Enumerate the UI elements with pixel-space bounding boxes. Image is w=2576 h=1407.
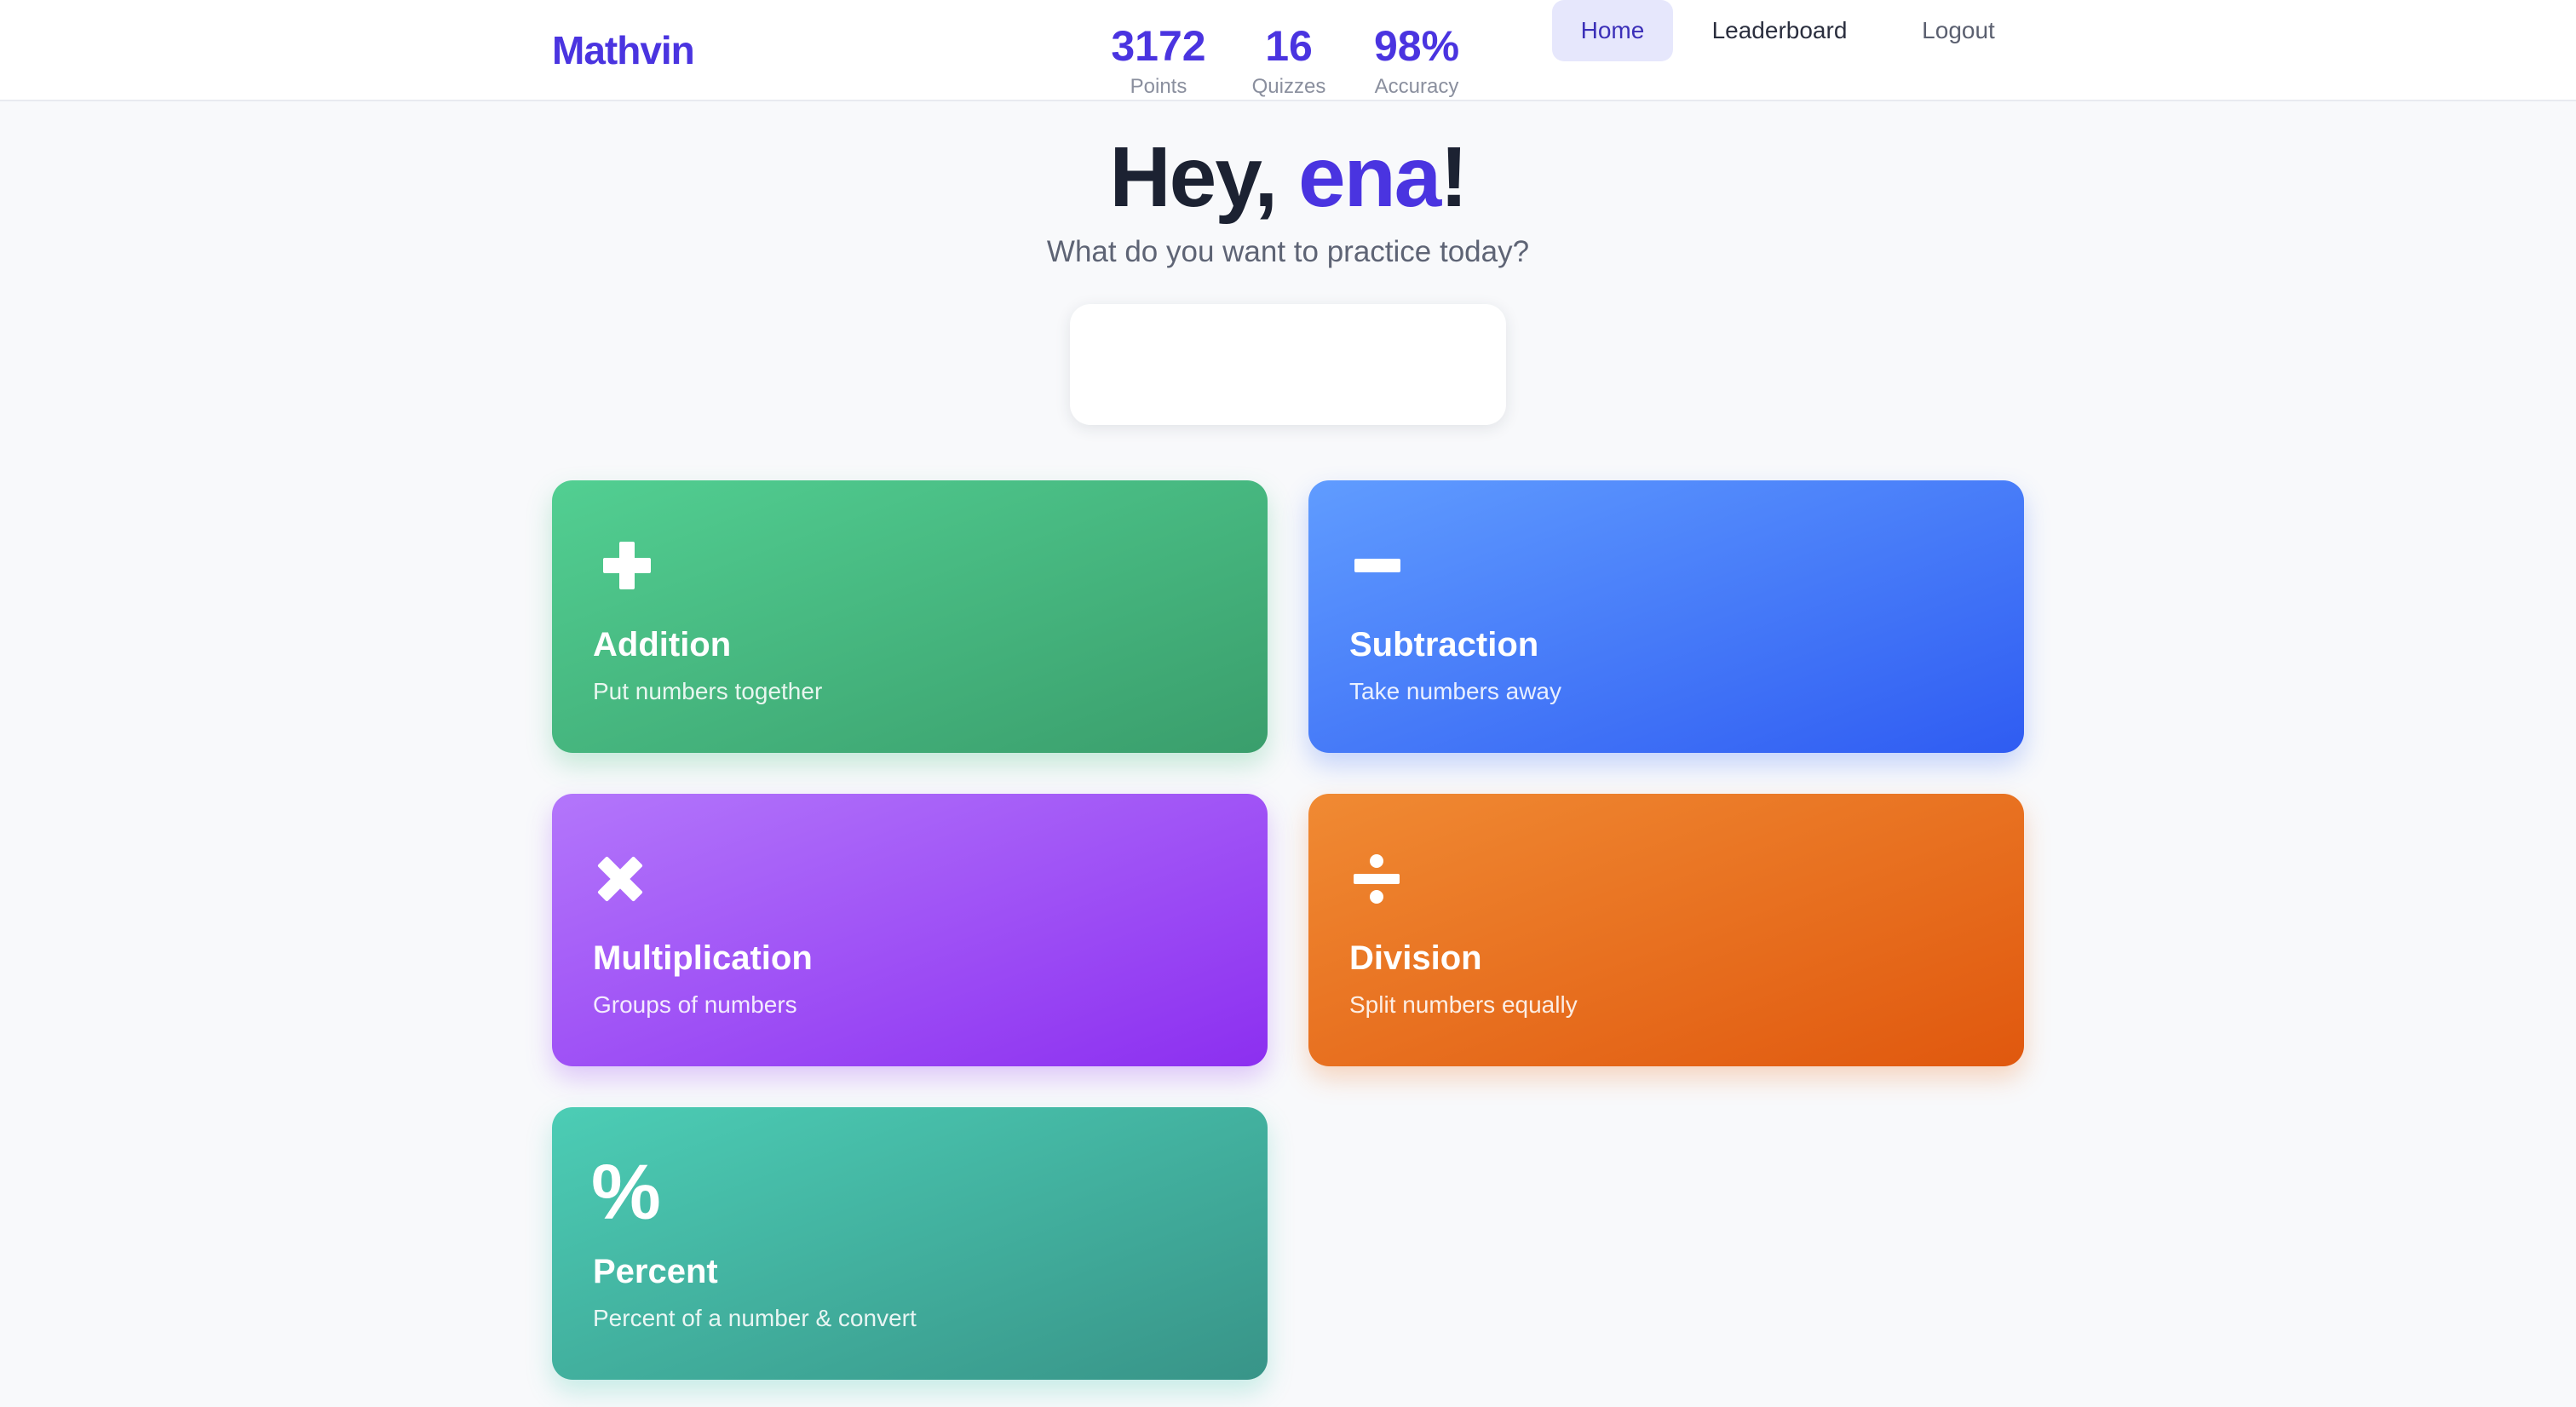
stat-points-value: 3172 — [1111, 22, 1206, 70]
subtraction-card[interactable]: Subtraction Take numbers away — [1308, 480, 2024, 753]
app-logo[interactable]: Mathvin — [552, 26, 695, 75]
greeting-subtitle: What do you want to practice today? — [1046, 235, 1530, 268]
stat-quizzes-label: Quizzes — [1251, 75, 1326, 98]
stat-quizzes: 16 Quizzes — [1221, 20, 1357, 100]
division-card[interactable]: Division Split numbers equally — [1308, 794, 2024, 1066]
greeting-suffix: ! — [1440, 129, 1468, 225]
nav-leaderboard-link[interactable]: Leaderboard — [1690, 0, 1869, 61]
percent-title: Percent — [593, 1253, 718, 1290]
multiplication-card[interactable]: Multiplication Groups of numbers — [552, 794, 1268, 1066]
nav-logout-link[interactable]: Logout — [1886, 0, 2031, 61]
addition-card[interactable]: Addition Put numbers together — [552, 480, 1268, 753]
stat-accuracy: 98% Accuracy — [1348, 20, 1485, 100]
plus-icon — [603, 542, 651, 589]
subtraction-description: Take numbers away — [1349, 678, 1562, 704]
times-icon — [597, 856, 643, 902]
percent-card[interactable]: % Percent Percent of a number & convert — [552, 1107, 1268, 1380]
multiplication-title: Multiplication — [593, 939, 813, 977]
divide-icon — [1354, 854, 1400, 904]
greeting-heading: Hey, ena! — [0, 126, 2576, 228]
addition-title: Addition — [593, 626, 732, 663]
division-title: Division — [1349, 939, 1482, 977]
stat-points: 3172 Points — [1090, 20, 1227, 100]
greeting-prefix: Hey, — [1109, 129, 1298, 225]
subtraction-title: Subtraction — [1349, 626, 1539, 663]
minus-icon — [1354, 559, 1400, 572]
division-description: Split numbers equally — [1349, 991, 1578, 1018]
stat-accuracy-value: 98% — [1373, 22, 1460, 70]
stat-accuracy-label: Accuracy — [1374, 75, 1459, 98]
nav-home-link[interactable]: Home — [1552, 0, 1673, 61]
stats-panel — [1070, 304, 1506, 425]
percent-description: Percent of a number & convert — [593, 1305, 917, 1331]
multiplication-description: Groups of numbers — [593, 991, 797, 1018]
stat-points-label: Points — [1130, 75, 1187, 98]
percent-icon: % — [591, 1149, 661, 1236]
user-name: ena — [1297, 129, 1441, 225]
addition-description: Put numbers together — [593, 678, 823, 704]
stat-quizzes-value: 16 — [1265, 22, 1313, 70]
